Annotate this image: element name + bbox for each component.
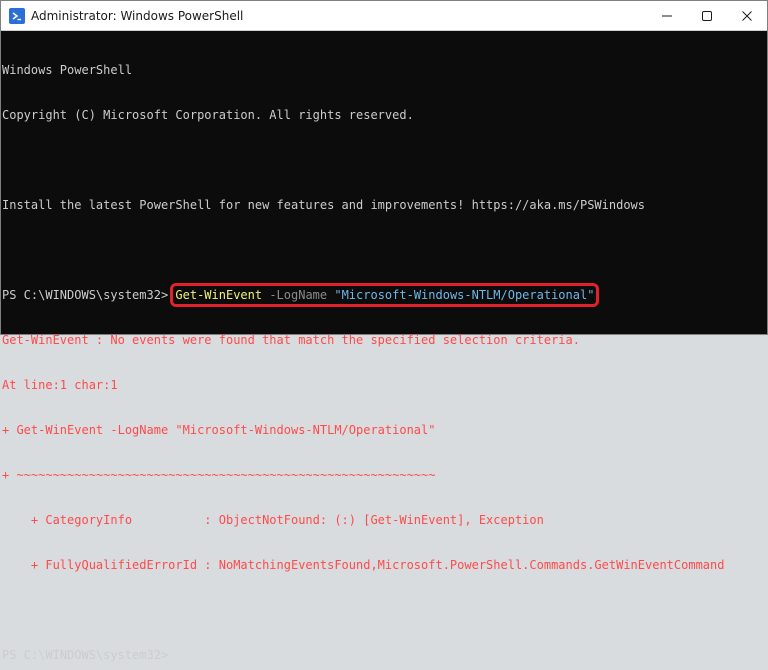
terminal-line: Windows PowerShell: [2, 63, 133, 77]
error-line: + ~~~~~~~~~~~~~~~~~~~~~~~~~~~~~~~~~~~~~~…: [2, 468, 436, 482]
scrollbar[interactable]: [759, 31, 767, 334]
error-line: + CategoryInfo : ObjectNotFound: (:) [Ge…: [2, 513, 544, 527]
terminal-line: Copyright (C) Microsoft Corporation. All…: [2, 108, 414, 122]
prompt: PS C:\WINDOWS\system32>: [2, 288, 176, 302]
close-icon: [742, 10, 752, 21]
highlighted-command: Get-WinEvent -LogName "Microsoft-Windows…: [170, 283, 600, 307]
maximize-button[interactable]: [687, 1, 727, 30]
maximize-icon: [702, 10, 712, 21]
error-line: + FullyQualifiedErrorId : NoMatchingEven…: [2, 558, 725, 572]
window-controls: [647, 1, 767, 30]
error-line: At line:1 char:1: [2, 378, 118, 392]
close-button[interactable]: [727, 1, 767, 30]
error-line: + Get-WinEvent -LogName "Microsoft-Windo…: [2, 423, 436, 437]
terminal-output[interactable]: Windows PowerShell Copyright (C) Microso…: [1, 31, 759, 662]
command-argument: "Microsoft-Windows-NTLM/Operational": [334, 288, 595, 302]
command-parameter: -LogName: [262, 288, 335, 302]
command-line: PS C:\WINDOWS\system32> Get-WinEvent -Lo…: [2, 283, 759, 307]
minimize-icon: [662, 15, 672, 16]
command-name: Get-WinEvent: [175, 288, 263, 302]
prompt-line: PS C:\WINDOWS\system32>: [2, 648, 169, 662]
powershell-window: Administrator: Windows PowerShell Window…: [0, 0, 768, 662]
error-line: Get-WinEvent : No events were found that…: [2, 333, 580, 347]
title-bar[interactable]: Administrator: Windows PowerShell: [1, 1, 767, 31]
window-title: Administrator: Windows PowerShell: [31, 8, 244, 23]
terminal-line: Install the latest PowerShell for new fe…: [2, 198, 645, 212]
powershell-icon: [9, 7, 25, 24]
minimize-button[interactable]: [647, 1, 687, 30]
